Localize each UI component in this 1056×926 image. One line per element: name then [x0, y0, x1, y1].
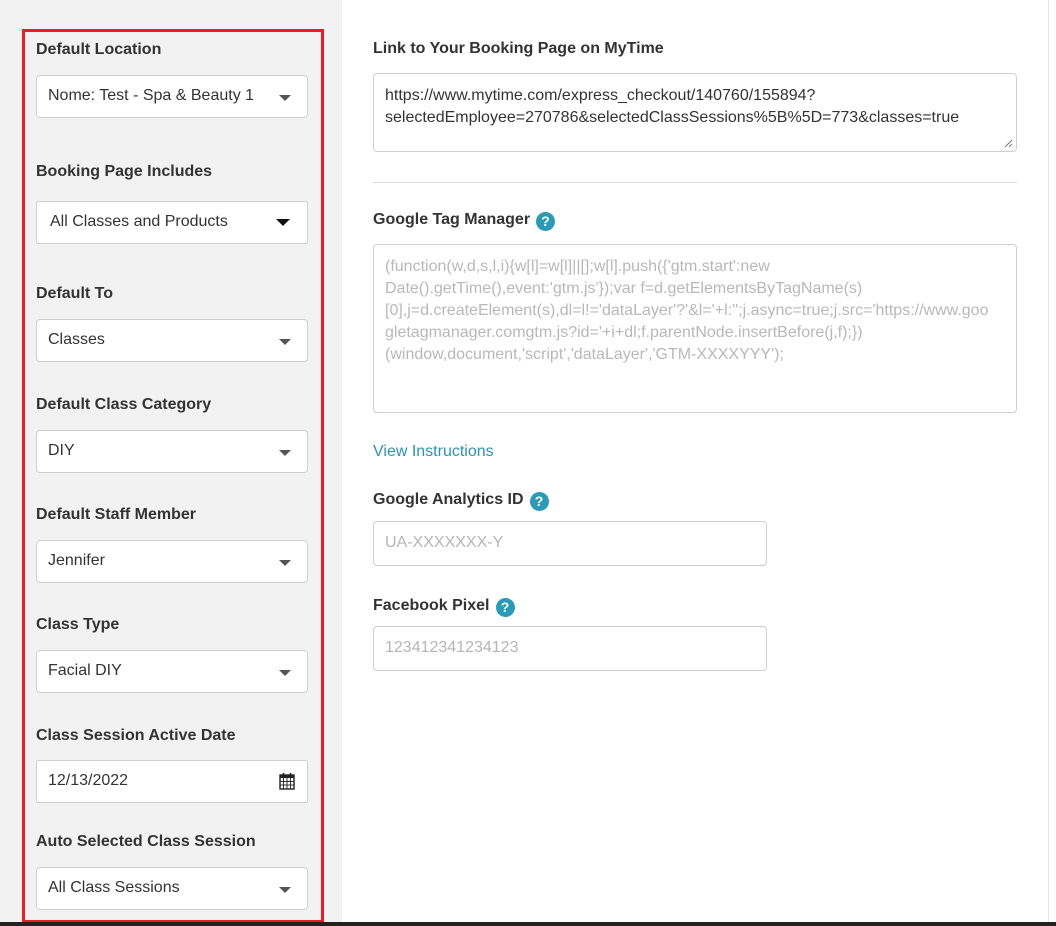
default-class-category-value: DIY — [48, 442, 75, 459]
divider — [1048, 0, 1049, 922]
google-tag-manager-textarea[interactable]: (function(w,d,s,l,i){w[l]=w[l]||[];w[l].… — [373, 244, 1017, 413]
class-session-active-date-label: Class Session Active Date — [36, 727, 236, 744]
chevron-down-icon — [279, 887, 291, 893]
default-to-value: Classes — [48, 331, 105, 348]
booking-page-includes-value: All Classes and Products — [50, 213, 228, 230]
booking-page-includes-label: Booking Page Includes — [36, 163, 213, 180]
google-analytics-input[interactable]: UA-XXXXXXX-Y — [373, 521, 767, 566]
help-icon[interactable]: ? — [529, 492, 549, 511]
class-session-date-input[interactable]: 12/13/2022 — [36, 760, 308, 803]
booking-link-textarea[interactable]: https://www.mytime.com/express_checkout/… — [373, 73, 1017, 152]
default-location-select[interactable]: Nome: Test - Spa & Beauty 1 — [36, 75, 308, 118]
facebook-pixel-placeholder: 123412341234123 — [385, 639, 519, 656]
default-class-category-label: Default Class Category — [36, 396, 212, 413]
auto-selected-class-session-label: Auto Selected Class Session — [36, 833, 256, 850]
class-session-date-value: 12/13/2022 — [48, 772, 129, 789]
auto-selected-class-session-select[interactable]: All Class Sessions — [36, 867, 308, 910]
default-to-select[interactable]: Classes — [36, 319, 308, 362]
google-tag-manager-placeholder: (function(w,d,s,l,i){w[l]=w[l]||[];w[l].… — [385, 258, 989, 363]
default-class-category-select[interactable]: DIY — [36, 430, 308, 473]
class-type-label: Class Type — [36, 616, 120, 633]
chevron-down-icon — [279, 670, 291, 676]
divider — [0, 922, 1056, 926]
help-icon[interactable]: ? — [536, 212, 556, 231]
chevron-down-icon — [279, 95, 291, 101]
chevron-down-icon — [279, 339, 291, 345]
view-instructions-link[interactable]: View Instructions — [373, 443, 494, 461]
chevron-down-icon — [279, 450, 291, 456]
class-type-select[interactable]: Facial DIY — [36, 650, 308, 693]
default-staff-member-value: Jennifer — [48, 552, 105, 569]
auto-selected-class-session-value: All Class Sessions — [48, 879, 180, 896]
calendar-icon[interactable] — [279, 772, 295, 790]
booking-page-includes-select[interactable]: All Classes and Products — [36, 201, 308, 244]
default-location-value: Nome: Test - Spa & Beauty 1 — [48, 87, 255, 104]
section-divider — [373, 182, 1017, 183]
google-analytics-label: Google Analytics ID? — [373, 490, 549, 511]
booking-link-label: Link to Your Booking Page on MyTime — [373, 40, 664, 57]
class-type-value: Facial DIY — [48, 662, 122, 679]
default-to-label: Default To — [36, 285, 114, 302]
resize-handle-icon[interactable] — [1004, 139, 1013, 148]
google-tag-manager-label: Google Tag Manager? — [373, 210, 556, 231]
chevron-down-icon — [279, 560, 291, 566]
chevron-down-icon — [276, 219, 290, 226]
google-analytics-placeholder: UA-XXXXXXX-Y — [385, 534, 504, 551]
google-tag-manager-label-text: Google Tag Manager — [373, 211, 531, 228]
default-staff-member-select[interactable]: Jennifer — [36, 540, 308, 583]
google-analytics-label-text: Google Analytics ID — [373, 491, 524, 508]
facebook-pixel-label-text: Facebook Pixel — [373, 597, 490, 614]
default-location-label: Default Location — [36, 41, 162, 58]
facebook-pixel-label: Facebook Pixel? — [373, 596, 515, 617]
facebook-pixel-input[interactable]: 123412341234123 — [373, 626, 767, 671]
default-staff-member-label: Default Staff Member — [36, 506, 197, 523]
booking-link-value: https://www.mytime.com/express_checkout/… — [385, 87, 960, 126]
help-icon[interactable]: ? — [495, 598, 515, 617]
